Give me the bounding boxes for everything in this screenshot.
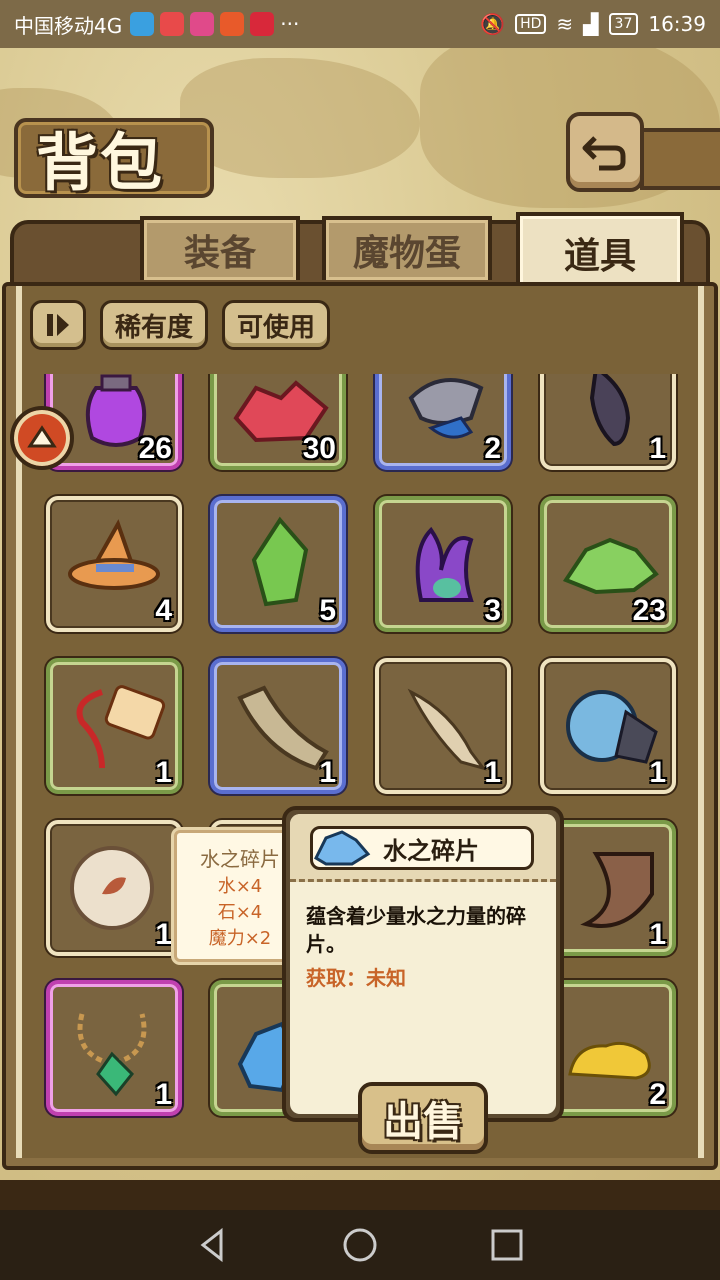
- item-slot[interactable]: 3: [375, 496, 511, 632]
- item-quantity: 30: [302, 432, 336, 465]
- item-slot[interactable]: 2: [375, 374, 511, 470]
- orange-witch-hat-icon: [68, 519, 160, 590]
- recents-nav-icon[interactable]: [487, 1225, 527, 1265]
- tab-label: 装备: [183, 232, 256, 274]
- bottom-zigzag-border: [0, 1180, 720, 1210]
- more-notifications: ···: [280, 12, 300, 36]
- item-slot[interactable]: 1: [375, 658, 511, 794]
- home-nav-icon[interactable]: [340, 1225, 380, 1265]
- item-quantity: 2: [649, 1078, 666, 1111]
- tab-label: 魔物蛋: [352, 232, 461, 274]
- usable-filter-button[interactable]: 可使用: [222, 300, 331, 350]
- item-slot[interactable]: 1: [46, 820, 182, 956]
- green-gem-necklace-icon: [77, 1013, 147, 1097]
- notification-app-icons: ···: [130, 12, 299, 36]
- hd-icon: HD: [515, 14, 547, 34]
- brown-horn-icon: [580, 852, 654, 928]
- page-title: 背包: [36, 126, 165, 199]
- tab-monster-eggs[interactable]: 魔物蛋: [322, 216, 492, 280]
- item-slot[interactable]: 1: [540, 658, 676, 794]
- back-button[interactable]: [566, 112, 644, 192]
- clock: 16:39: [648, 12, 706, 36]
- item-slot[interactable]: 1: [46, 980, 182, 1116]
- toutiao-app-icon: [250, 12, 275, 36]
- item-quantity: 1: [649, 432, 666, 465]
- tab-label: 道具: [563, 235, 636, 277]
- carrier-label: 中国移动4G: [14, 13, 123, 38]
- back-arrow-icon: [582, 136, 626, 171]
- item-description: 蕴含着少量水之力量的碎片。: [306, 904, 526, 956]
- item-quantity: 2: [484, 432, 501, 465]
- mute-icon: 🔕: [480, 12, 506, 36]
- item-slot[interactable]: 1: [540, 374, 676, 470]
- item-slot[interactable]: 5: [210, 496, 346, 632]
- item-quantity: 1: [649, 918, 666, 951]
- item-source: 获取：未知: [306, 966, 406, 990]
- video-app-icon: [130, 12, 155, 36]
- filter-bar: 稀有度 可使用: [30, 300, 331, 350]
- item-slot[interactable]: 4: [46, 496, 182, 632]
- status-bar: 中国移动4G ··· 🔕 HD ≋ ▟ 37 16:39: [0, 0, 720, 48]
- dark-seed-icon: [589, 374, 631, 447]
- wooden-plank-icon: [237, 685, 329, 771]
- rarity-filter-button[interactable]: 稀有度: [100, 300, 209, 350]
- green-crystal-icon: [251, 516, 309, 607]
- up-arrow-icon: [27, 425, 57, 448]
- item-quantity: 23: [632, 594, 666, 627]
- shop-app-icon: [190, 12, 215, 36]
- item-quantity: 4: [155, 594, 172, 627]
- item-quantity: 3: [484, 594, 501, 627]
- battery-indicator: 37: [608, 13, 639, 35]
- item-quantity: 5: [319, 594, 336, 627]
- leaf-orb-icon: [70, 846, 154, 930]
- signal-icon: ▟: [583, 12, 599, 36]
- item-slot[interactable]: 1: [210, 658, 346, 794]
- back-button-rail: [640, 128, 720, 190]
- news-app-icon: [160, 12, 185, 36]
- item-quantity: 1: [155, 1078, 172, 1111]
- blue-shell-icon: [566, 690, 658, 764]
- item-name: 水之碎片: [383, 836, 479, 865]
- map-landmass: [180, 58, 420, 178]
- item-quantity: 1: [319, 756, 336, 789]
- tab-items[interactable]: 道具: [516, 212, 684, 290]
- pause-filter-icon: [47, 314, 69, 336]
- small-fish-icon: [407, 688, 487, 771]
- item-slot[interactable]: 30: [210, 374, 346, 470]
- red-charm-tag-icon: [76, 685, 166, 769]
- tab-equipment[interactable]: 装备: [140, 216, 300, 280]
- android-nav-bar: [0, 1210, 720, 1280]
- water-shard-icon: [314, 830, 371, 866]
- purple-tentacle-monster-icon: [415, 526, 474, 602]
- item-slot[interactable]: 23: [540, 496, 676, 632]
- item-quantity: 1: [155, 756, 172, 789]
- yellow-slime-icon: [568, 1041, 651, 1080]
- item-quantity: 26: [138, 432, 172, 465]
- play-app-icon: [220, 12, 245, 36]
- scroll-up-button[interactable]: [10, 406, 74, 470]
- sell-button[interactable]: 出售: [358, 1082, 488, 1154]
- sort-toggle-button[interactable]: [30, 300, 86, 350]
- item-slot[interactable]: 1: [46, 658, 182, 794]
- gray-fish-creature-icon: [408, 378, 484, 439]
- item-quantity: 1: [484, 756, 501, 789]
- wifi-icon: ≋: [556, 12, 574, 36]
- item-quantity: 1: [649, 756, 666, 789]
- item-quantity: 1: [155, 918, 172, 951]
- back-nav-icon[interactable]: [193, 1225, 233, 1265]
